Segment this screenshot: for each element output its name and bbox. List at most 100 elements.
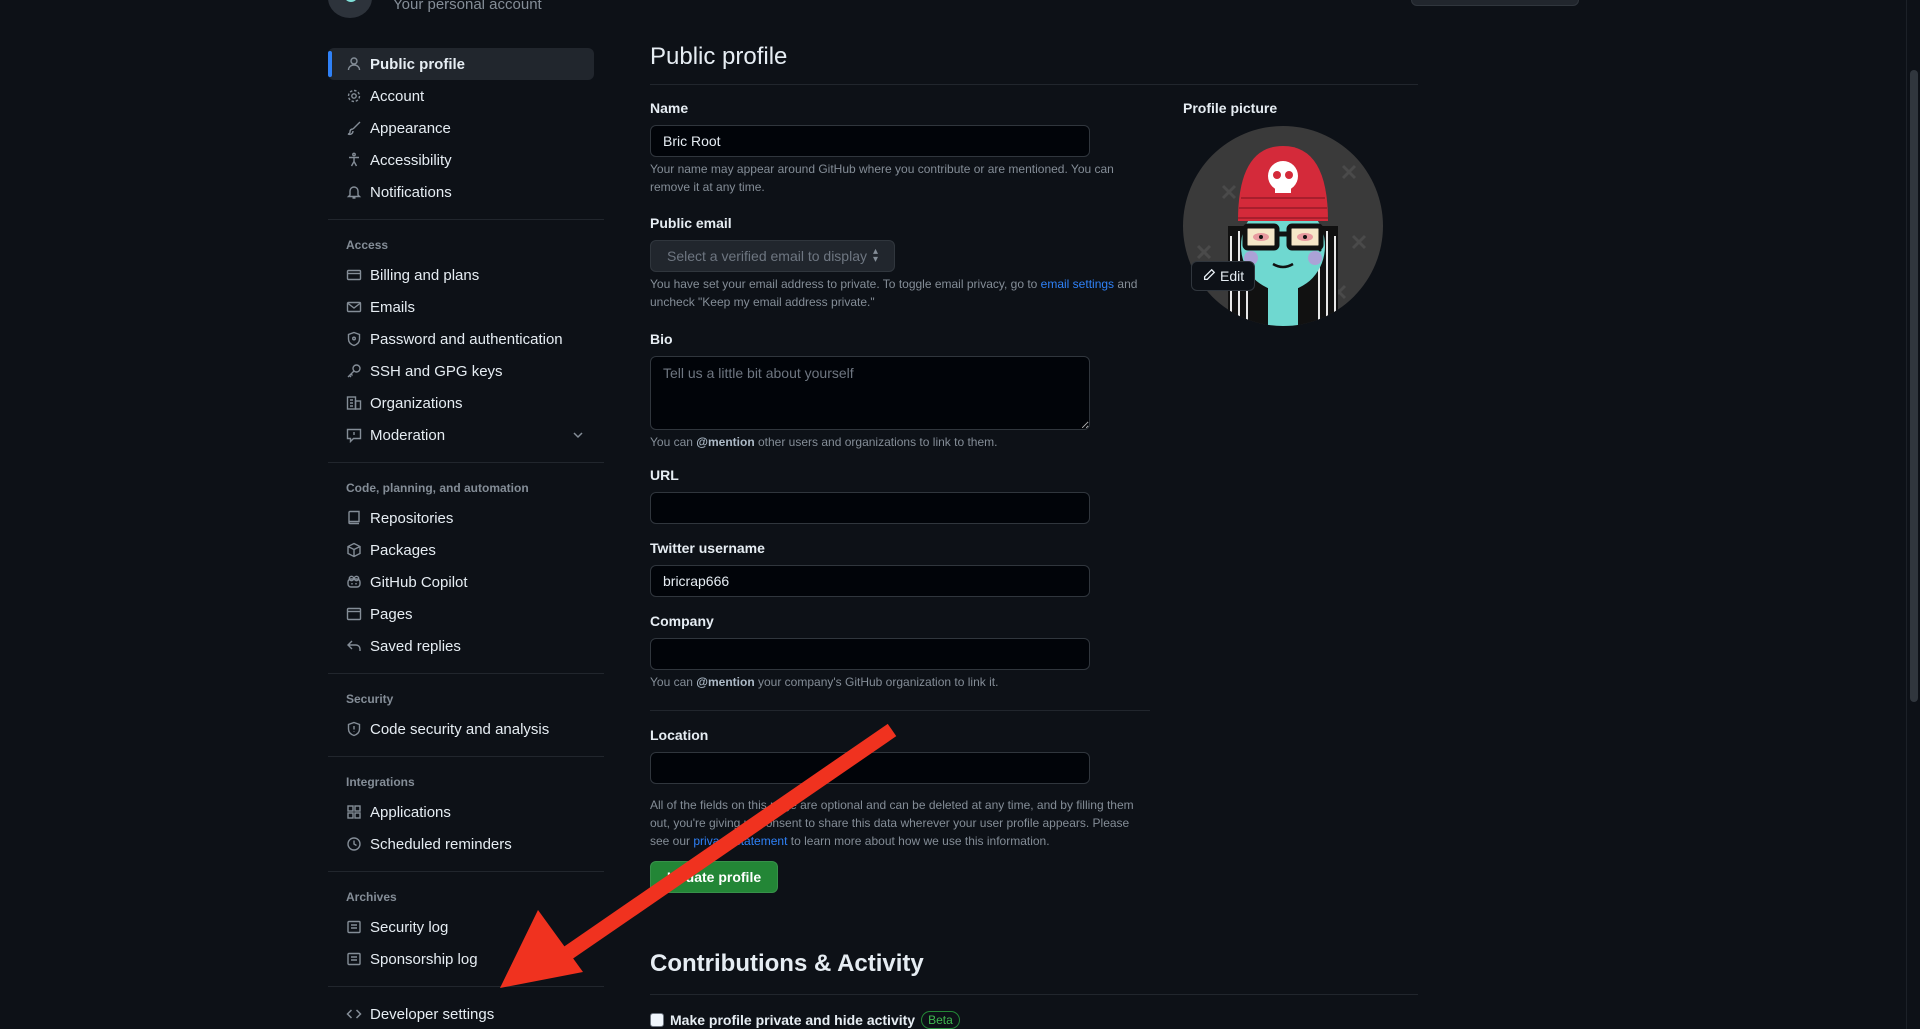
sidebar-item-organizations[interactable]: Organizations: [328, 387, 594, 419]
sidebar-item-ssh-gpg[interactable]: SSH and GPG keys: [328, 355, 594, 387]
company-note: You can @mention your company's GitHub o…: [650, 673, 1150, 691]
email-settings-link[interactable]: email settings: [1041, 277, 1114, 291]
sidebar-group-integrations: Integrations: [346, 775, 415, 789]
contributions-title: Contributions & Activity: [650, 950, 924, 977]
sidebar-item-label: Sponsorship log: [370, 950, 478, 968]
profile-picture-section: Profile picture Edit: [1183, 98, 1383, 326]
clock-icon: [346, 836, 362, 852]
twitter-username-field[interactable]: [650, 565, 1090, 597]
sidebar-item-security-log[interactable]: Security log: [328, 911, 594, 943]
sidebar-item-copilot[interactable]: GitHub Copilot: [328, 566, 594, 598]
twitter-label: Twitter username: [650, 540, 765, 556]
url-field[interactable]: [650, 492, 1090, 524]
sidebar-item-repositories[interactable]: Repositories: [328, 502, 594, 534]
privacy-statement-link[interactable]: privacy statement: [693, 834, 787, 848]
contributions-section: Contributions & Activity Make profile pr…: [650, 944, 1418, 1029]
private-profile-row: Make profile private and hide activity B…: [650, 1011, 1418, 1029]
sidebar-item-label: Account: [370, 87, 425, 105]
credit-card-icon: [346, 267, 362, 283]
sidebar-item-emails[interactable]: Emails: [328, 291, 594, 323]
sidebar-item-label: Accessibility: [370, 151, 452, 169]
sidebar-divider: [328, 462, 604, 463]
profile-button[interactable]: [1411, 0, 1579, 6]
form-divider: [650, 710, 1150, 711]
sidebar-group-code: Code, planning, and automation: [346, 481, 529, 495]
sidebar-item-public-profile[interactable]: Public profile: [328, 48, 594, 80]
title-divider: [650, 84, 1418, 85]
sidebar-divider: [328, 673, 604, 674]
sidebar-item-applications[interactable]: Applications: [328, 796, 594, 828]
code-icon: [346, 1006, 362, 1022]
sidebar-divider: [328, 756, 604, 757]
select-arrows-icon: ▴ ▾: [872, 246, 878, 265]
consent-text: to learn more about how we use this info…: [790, 834, 1050, 848]
sidebar-item-saved-replies[interactable]: Saved replies: [328, 630, 594, 662]
sidebar-item-accessibility[interactable]: Accessibility: [328, 144, 594, 176]
company-field[interactable]: [650, 638, 1090, 670]
accessibility-icon: [346, 152, 362, 168]
email-note-text: You have set your email address to priva…: [650, 277, 1038, 291]
private-profile-label: Make profile private and hide activity: [670, 1012, 916, 1028]
location-field[interactable]: [650, 752, 1090, 784]
company-note-text: your company's GitHub organization to li…: [758, 675, 999, 689]
chevron-down-icon[interactable]: [570, 427, 586, 443]
edit-picture-button[interactable]: Edit: [1191, 261, 1256, 291]
sidebar-item-label: Repositories: [370, 509, 454, 527]
bio-note-text: You can: [650, 435, 693, 449]
package-icon: [346, 542, 362, 558]
mail-icon: [346, 299, 362, 315]
public-email-note: You have set your email address to priva…: [650, 275, 1150, 311]
private-profile-checkbox[interactable]: [650, 1013, 664, 1027]
name-field[interactable]: [650, 125, 1090, 157]
profile-form: Name Your name may appear around GitHub …: [650, 98, 1150, 893]
mention-text: @mention: [696, 435, 755, 449]
log-icon: [346, 919, 362, 935]
bio-note-text: other users and organizations to link to…: [758, 435, 998, 449]
public-email-select[interactable]: Select a verified email to display ▴ ▾: [650, 240, 895, 272]
sidebar-item-label: GitHub Copilot: [370, 573, 468, 591]
bio-textarea[interactable]: [650, 356, 1090, 430]
sidebar-item-sponsorship-log[interactable]: Sponsorship log: [328, 943, 594, 975]
public-email-placeholder: Select a verified email to display: [667, 248, 867, 264]
sidebar-item-label: Saved replies: [370, 637, 461, 655]
sidebar-item-developer-settings[interactable]: Developer settings: [328, 998, 594, 1029]
sidebar-item-label: Pages: [370, 605, 413, 623]
sidebar-item-appearance[interactable]: Appearance: [328, 112, 594, 144]
sidebar-item-moderation[interactable]: Moderation: [328, 419, 594, 451]
name-label: Name: [650, 100, 689, 116]
apps-icon: [346, 804, 362, 820]
sidebar-item-label: Applications: [370, 803, 451, 821]
sidebar-item-pages[interactable]: Pages: [328, 598, 594, 630]
sidebar-item-billing[interactable]: Billing and plans: [328, 259, 594, 291]
sidebar-item-label: Packages: [370, 541, 436, 559]
contributions-divider: [650, 994, 1418, 995]
sidebar-item-notifications[interactable]: Notifications: [328, 176, 594, 208]
sidebar-divider: [328, 986, 604, 987]
sidebar-item-password[interactable]: Password and authentication: [328, 323, 594, 355]
page-scrollbar[interactable]: [1906, 0, 1920, 1029]
sidebar-item-account[interactable]: Account: [328, 80, 594, 112]
scrollbar-thumb[interactable]: [1910, 70, 1918, 702]
bell-icon: [346, 184, 362, 200]
edit-label: Edit: [1220, 268, 1245, 284]
pencil-icon: [1202, 268, 1216, 285]
bio-label: Bio: [650, 331, 673, 347]
sidebar-item-label: Billing and plans: [370, 266, 480, 284]
sidebar-item-packages[interactable]: Packages: [328, 534, 594, 566]
profile-picture-label: Profile picture: [1183, 100, 1278, 116]
organization-icon: [346, 395, 362, 411]
settings-sidebar: Public profile Account Appearance Access…: [328, 48, 604, 1029]
sidebar-item-label: Appearance: [370, 119, 451, 137]
sidebar-item-label: Public profile: [370, 55, 466, 73]
public-email-label: Public email: [650, 215, 732, 231]
profile-picture[interactable]: [1183, 126, 1383, 326]
sidebar-item-label: Code security and analysis: [370, 720, 550, 738]
sidebar-item-scheduled-reminders[interactable]: Scheduled reminders: [328, 828, 594, 860]
key-icon: [346, 363, 362, 379]
sidebar-group-archives: Archives: [346, 890, 397, 904]
company-note-text: You can: [650, 675, 693, 689]
sidebar-item-code-security[interactable]: Code security and analysis: [328, 713, 594, 745]
company-label: Company: [650, 613, 714, 629]
update-profile-button[interactable]: Update profile: [650, 861, 779, 893]
copilot-icon: [346, 574, 362, 590]
